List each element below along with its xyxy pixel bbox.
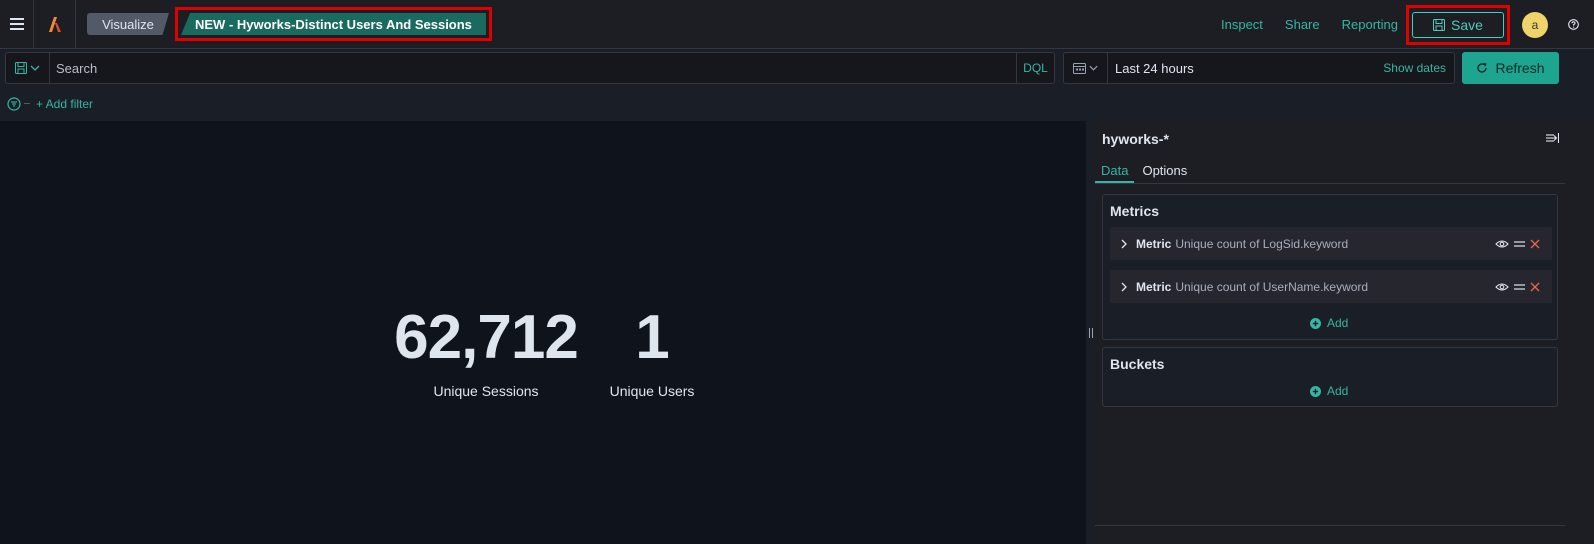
sidebar-footer-divider — [1095, 525, 1565, 526]
metric-value: 62,712 — [394, 303, 579, 372]
save-button[interactable]: Save — [1412, 11, 1504, 38]
refresh-label: Refresh — [1495, 60, 1545, 76]
filter-bar: + Add filter — [0, 87, 1594, 121]
save-icon — [1433, 18, 1446, 31]
show-dates-button[interactable]: Show dates — [1383, 61, 1446, 75]
add-label: Add — [1327, 384, 1349, 398]
inspect-link[interactable]: Inspect — [1221, 17, 1263, 32]
add-label: Add — [1327, 316, 1349, 330]
sidebar-tabs: Data Options — [1095, 157, 1565, 184]
eye-icon[interactable] — [1495, 282, 1509, 292]
drag-handle-icon[interactable] — [1514, 283, 1525, 290]
tab-data[interactable]: Data — [1095, 157, 1135, 183]
menu-button[interactable] — [0, 0, 34, 49]
agg-description: Unique count of LogSid.keyword — [1175, 236, 1349, 251]
refresh-button[interactable]: Refresh — [1462, 52, 1559, 84]
drag-handle-icon[interactable] — [1514, 240, 1525, 247]
share-link[interactable]: Share — [1285, 17, 1320, 32]
query-bar: DQL Last 24 hours Show dates Refresh — [0, 49, 1594, 87]
add-filter-button[interactable]: + Add filter — [36, 97, 93, 111]
query-language-button[interactable]: DQL — [1016, 53, 1054, 83]
breadcrumb: Visualize NEW - Hyworks-Distinct Users A… — [87, 7, 492, 41]
saved-queries-button[interactable] — [6, 53, 50, 83]
refresh-icon — [1477, 62, 1488, 73]
metric-label: Unique Sessions — [433, 383, 539, 399]
plus-circle-icon — [1310, 317, 1321, 329]
buckets-title: Buckets — [1110, 356, 1165, 372]
resize-grip-icon — [1088, 327, 1093, 338]
top-header: Visualize NEW - Hyworks-Distinct Users A… — [0, 0, 1594, 49]
tab-options[interactable]: Options — [1136, 157, 1193, 183]
plus-circle-icon — [1310, 385, 1321, 397]
metric-agg-row[interactable]: Metric Unique count of LogSid.keyword — [1110, 227, 1552, 260]
date-range-value[interactable]: Last 24 hours — [1108, 61, 1383, 76]
agg-actions — [1495, 282, 1540, 292]
chevron-down-icon — [30, 65, 40, 71]
metric-value: 1 — [635, 303, 669, 372]
collapse-sidebar-button[interactable] — [1546, 133, 1559, 143]
metric-label: Unique Users — [609, 383, 695, 399]
help-button[interactable] — [1564, 19, 1582, 30]
metrics-title: Metrics — [1110, 203, 1160, 219]
agg-type: Metric — [1136, 236, 1172, 251]
filter-options-button[interactable] — [7, 97, 30, 111]
visualization-canvas: 62,712 Unique Sessions 1 Unique Users — [0, 121, 1086, 544]
index-pattern-title: hyworks-* — [1102, 131, 1169, 147]
filter-icon — [7, 97, 21, 111]
header-actions: Inspect Share Reporting Save a — [1221, 0, 1594, 49]
collapse-icon — [1546, 133, 1559, 143]
buckets-panel: Buckets Add — [1102, 347, 1558, 407]
editor-sidebar: hyworks-* Data Options Metrics Metric Un… — [1095, 121, 1594, 544]
agg-actions — [1495, 239, 1540, 249]
chevron-right-icon[interactable] — [1121, 239, 1127, 249]
chevron-down-icon — [1089, 65, 1098, 71]
reporting-link[interactable]: Reporting — [1342, 17, 1398, 32]
quick-date-menu-button[interactable] — [1064, 53, 1108, 83]
divider-dash-icon — [24, 103, 30, 104]
calendar-icon — [1073, 63, 1086, 74]
search-bar: DQL — [5, 52, 1055, 84]
panel-resize-handle[interactable] — [1086, 121, 1095, 544]
add-bucket-button[interactable]: Add — [1310, 384, 1348, 398]
breadcrumb-current: NEW - Hyworks-Distinct Users And Session… — [181, 13, 486, 35]
agg-description: Unique count of UserName.keyword — [1175, 279, 1369, 294]
metric-unique-users: 1 Unique Users — [606, 303, 698, 400]
search-input[interactable] — [50, 53, 1016, 83]
breadcrumb-highlight: NEW - Hyworks-Distinct Users And Session… — [175, 7, 492, 41]
save-highlight: Save — [1406, 4, 1510, 45]
delete-icon[interactable] — [1530, 239, 1540, 249]
breadcrumb-visualize[interactable]: Visualize — [87, 13, 169, 35]
home-logo[interactable] — [34, 0, 76, 49]
saved-query-icon — [15, 62, 27, 74]
chevron-right-icon[interactable] — [1121, 282, 1127, 292]
save-label: Save — [1451, 16, 1483, 33]
delete-icon[interactable] — [1530, 282, 1540, 292]
date-picker: Last 24 hours Show dates — [1063, 52, 1455, 84]
help-icon — [1567, 19, 1579, 30]
metric-unique-sessions: 62,712 Unique Sessions — [388, 303, 584, 400]
add-metric-button[interactable]: Add — [1310, 316, 1348, 330]
menu-icon — [9, 18, 24, 30]
user-avatar[interactable]: a — [1522, 11, 1548, 38]
metric-agg-row[interactable]: Metric Unique count of UserName.keyword — [1110, 270, 1552, 303]
logo-icon — [48, 17, 61, 32]
eye-icon[interactable] — [1495, 239, 1509, 249]
agg-type: Metric — [1136, 279, 1172, 294]
metrics-panel: Metrics Metric Unique count of LogSid.ke… — [1102, 194, 1558, 340]
